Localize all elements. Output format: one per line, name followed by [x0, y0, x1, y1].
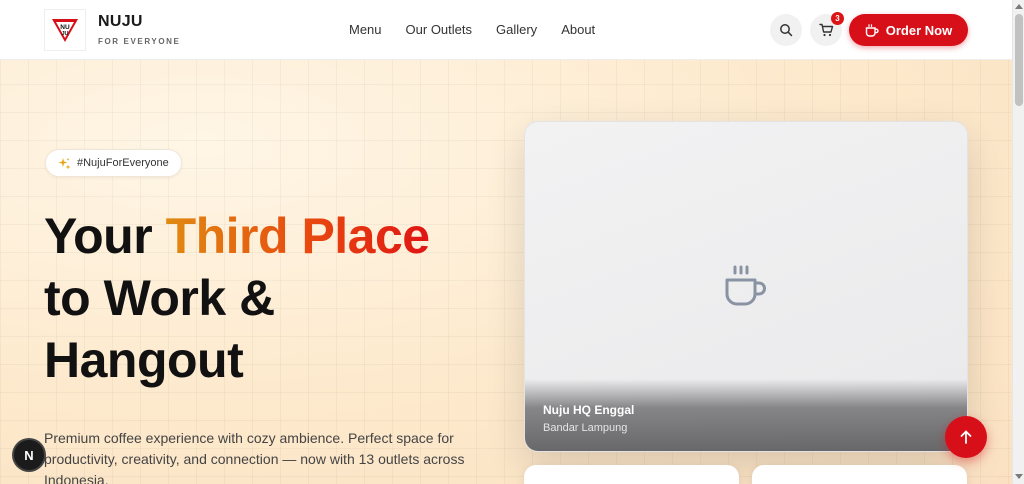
- scroll-down-arrow-icon[interactable]: [1015, 474, 1023, 479]
- cart-button[interactable]: 3: [810, 12, 844, 46]
- search-icon: [780, 24, 793, 37]
- order-now-button[interactable]: Order Now: [849, 14, 968, 46]
- featured-outlet-card[interactable]: Nuju HQ Enggal Bandar Lampung: [524, 121, 968, 452]
- outlet-card-small[interactable]: [524, 465, 739, 484]
- scrollbar-thumb[interactable]: [1015, 14, 1023, 106]
- logo-mark: NU JU: [52, 19, 78, 42]
- headline-part-1: Your: [44, 208, 166, 264]
- coffee-cup-icon: [725, 265, 766, 306]
- hero-subtext: Premium coffee experience with cozy ambi…: [44, 430, 465, 484]
- outlet-card-small[interactable]: [752, 465, 967, 484]
- arrow-up-icon: [960, 430, 972, 444]
- nav-our-outlets[interactable]: Our Outlets: [406, 22, 472, 37]
- brand-tagline: FOR EVERYONE: [98, 37, 181, 46]
- page-scrollbar[interactable]: [1012, 0, 1024, 484]
- brand-logo[interactable]: NU JU: [44, 9, 86, 51]
- outlet-city: Bandar Lampung: [543, 422, 628, 434]
- site-header: NU JU NUJU FOR EVERYONE Menu Our Outlets…: [0, 0, 1012, 60]
- cart-count-badge: 3: [831, 12, 844, 25]
- coffee-cup-icon: [865, 23, 879, 37]
- search-button[interactable]: [770, 14, 802, 46]
- hero-headline: Your Third Place to Work & Hangout: [44, 205, 504, 391]
- brand-name[interactable]: NUJU: [98, 13, 143, 31]
- headline-part-3: Hangout: [44, 332, 244, 388]
- scroll-to-top-button[interactable]: [945, 416, 987, 458]
- nav-about[interactable]: About: [561, 22, 595, 37]
- hashtag-text: #NujuForEveryone: [77, 157, 169, 169]
- scroll-up-arrow-icon[interactable]: [1015, 4, 1023, 9]
- nav-menu[interactable]: Menu: [349, 22, 382, 37]
- headline-accent: Third Place: [165, 208, 431, 264]
- sparkles-icon: [58, 157, 71, 169]
- dev-tools-badge[interactable]: N: [14, 440, 44, 470]
- cart-icon: [818, 23, 833, 37]
- svg-text:JU: JU: [61, 31, 68, 37]
- page: NU JU NUJU FOR EVERYONE Menu Our Outlets…: [0, 0, 1012, 484]
- outlet-name: Nuju HQ Enggal: [543, 403, 635, 417]
- hashtag-pill: #NujuForEveryone: [45, 149, 182, 177]
- main-nav: Menu Our Outlets Gallery About: [349, 22, 595, 37]
- headline-part-2: to Work &: [44, 270, 275, 326]
- nav-gallery[interactable]: Gallery: [496, 22, 537, 37]
- svg-text:NU: NU: [60, 24, 70, 31]
- order-now-label: Order Now: [885, 22, 953, 38]
